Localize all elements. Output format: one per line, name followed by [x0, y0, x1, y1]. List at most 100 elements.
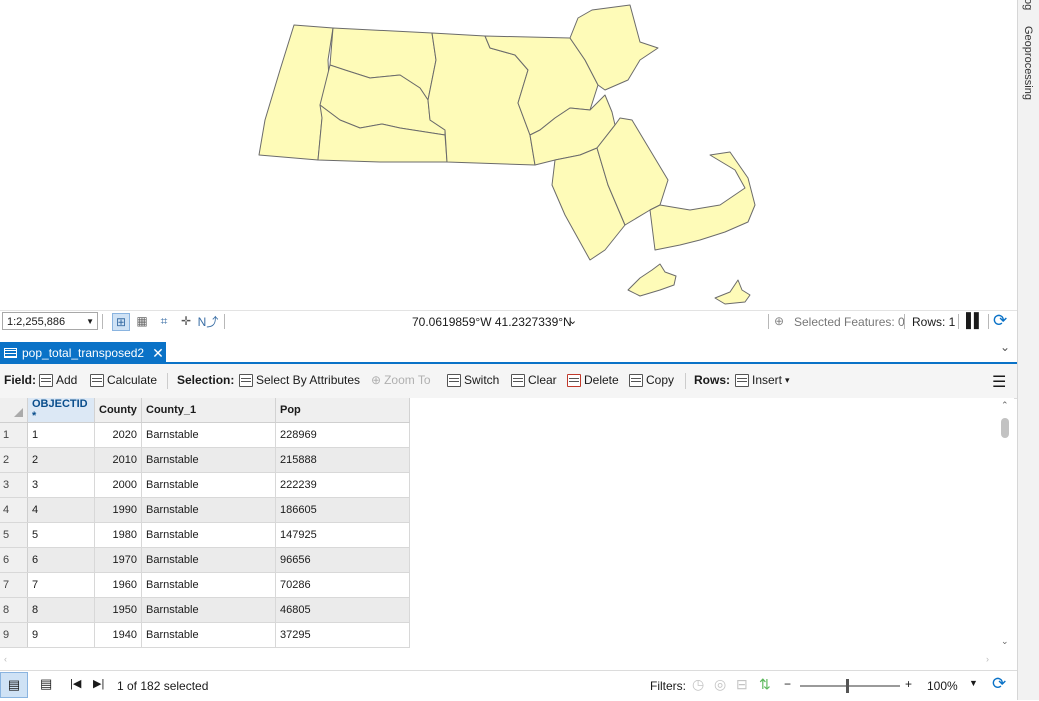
copy-selection-button[interactable]: Copy	[629, 373, 674, 387]
scroll-up-icon[interactable]: ⌃	[1001, 400, 1009, 411]
chevron-down-icon[interactable]: ⌄	[1000, 340, 1010, 354]
row-number-cell[interactable]: 4	[0, 497, 28, 523]
map-view[interactable]	[0, 0, 1017, 310]
range-filter-icon[interactable]: ◎	[714, 676, 726, 693]
table-row[interactable]: 4 4 1990 Barnstable 186605	[0, 497, 410, 523]
selected-features-count[interactable]: Selected Features: 0	[794, 315, 905, 329]
county-1-cell[interactable]: Barnstable	[141, 622, 276, 648]
zoom-slider-track[interactable]	[800, 685, 900, 687]
snapping-icon[interactable]: ✛	[178, 313, 194, 329]
refresh-icon[interactable]: ⟳	[993, 311, 1007, 331]
zoom-out-icon[interactable]: −	[784, 677, 791, 691]
scale-selector[interactable]: 1:2,255,886 ▼	[2, 312, 98, 330]
row-number-cell[interactable]: 6	[0, 547, 28, 573]
chevron-down-icon[interactable]: ⌄	[568, 314, 577, 327]
north-arrow-icon[interactable]: N⤴	[198, 313, 219, 329]
county-1-cell[interactable]: Barnstable	[141, 522, 276, 548]
table-row[interactable]: 5 5 1980 Barnstable 147925	[0, 522, 410, 548]
show-all-records-icon[interactable]: ▤	[0, 672, 28, 698]
scroll-left-icon[interactable]: ‹	[4, 654, 7, 664]
grid-icon[interactable]: ▦	[134, 313, 150, 329]
row-number-cell[interactable]: 1	[0, 422, 28, 448]
horizontal-scrollbar[interactable]: ‹ ›	[0, 652, 1000, 670]
close-icon[interactable]: ✕	[152, 345, 164, 362]
objectid-cell[interactable]: 7	[27, 572, 95, 598]
objectid-cell[interactable]: 8	[27, 597, 95, 623]
select-all-corner[interactable]	[0, 398, 28, 423]
first-record-icon[interactable]: |◀	[70, 677, 81, 690]
row-number-cell[interactable]: 3	[0, 472, 28, 498]
row-number-cell[interactable]: 8	[0, 597, 28, 623]
select-by-attributes-button[interactable]: Select By Attributes	[239, 373, 360, 387]
switch-selection-button[interactable]: Switch	[447, 373, 499, 387]
pop-cell[interactable]: 222239	[275, 472, 410, 498]
scroll-right-icon[interactable]: ›	[986, 654, 989, 664]
clear-selection-button[interactable]: Clear	[511, 373, 557, 387]
delete-selection-button[interactable]: Delete	[567, 373, 619, 387]
table-row[interactable]: 2 2 2010 Barnstable 215888	[0, 447, 410, 473]
county-cell[interactable]: 2000	[94, 472, 142, 498]
table-row[interactable]: 1 1 2020 Barnstable 228969	[0, 422, 410, 448]
tab-pop-total-transposed2[interactable]: pop_total_transposed2 ✕	[0, 342, 166, 364]
table-row[interactable]: 7 7 1960 Barnstable 70286	[0, 572, 410, 598]
row-number-cell[interactable]: 2	[0, 447, 28, 473]
zoom-to-button[interactable]: ⊕ Zoom To	[371, 373, 431, 387]
next-record-icon[interactable]: ▶|	[93, 677, 104, 690]
table-row[interactable]: 9 9 1940 Barnstable 37295	[0, 622, 410, 648]
time-filter-icon[interactable]: ◷	[692, 676, 704, 693]
objectid-cell[interactable]: 5	[27, 522, 95, 548]
grid-snap-icon[interactable]: ⊞	[112, 313, 130, 331]
scroll-down-icon[interactable]: ⌄	[1001, 636, 1009, 647]
county-cell[interactable]: 2020	[94, 422, 142, 448]
zoom-in-icon[interactable]: +	[905, 677, 912, 691]
pop-cell[interactable]: 37295	[275, 622, 410, 648]
refresh-icon[interactable]: ⟳	[992, 674, 1006, 694]
county-cell[interactable]: 1990	[94, 497, 142, 523]
objectid-cell[interactable]: 3	[27, 472, 95, 498]
sort-icon[interactable]: ⇅	[759, 676, 771, 693]
calculate-field-button[interactable]: Calculate	[90, 373, 157, 387]
constraints-icon[interactable]: ⌗	[156, 313, 172, 329]
county-cell[interactable]: 1940	[94, 622, 142, 648]
show-selected-records-icon[interactable]: ▤	[40, 676, 52, 692]
objectid-cell[interactable]: 2	[27, 447, 95, 473]
insert-row-button[interactable]: Insert ▾	[735, 373, 790, 387]
pause-icon[interactable]: ▌▌	[966, 312, 984, 328]
definition-query-icon[interactable]: ⊟	[736, 676, 748, 693]
column-header-pop[interactable]: Pop	[275, 398, 410, 423]
pop-cell[interactable]: 215888	[275, 447, 410, 473]
county-cell[interactable]: 1980	[94, 522, 142, 548]
county-cell[interactable]: 1970	[94, 547, 142, 573]
objectid-cell[interactable]: 6	[27, 547, 95, 573]
objectid-cell[interactable]: 1	[27, 422, 95, 448]
column-header-county[interactable]: County	[94, 398, 142, 423]
county-cell[interactable]: 1950	[94, 597, 142, 623]
column-header-objectid[interactable]: OBJECTID *	[27, 398, 95, 423]
row-number-cell[interactable]: 7	[0, 572, 28, 598]
table-row[interactable]: 3 3 2000 Barnstable 222239	[0, 472, 410, 498]
county-cell[interactable]: 2010	[94, 447, 142, 473]
county-1-cell[interactable]: Barnstable	[141, 572, 276, 598]
row-number-cell[interactable]: 9	[0, 622, 28, 648]
chevron-down-icon[interactable]: ▼	[969, 678, 978, 688]
table-row[interactable]: 8 8 1950 Barnstable 46805	[0, 597, 410, 623]
column-header-county-1[interactable]: County_1	[141, 398, 276, 423]
pop-cell[interactable]: 70286	[275, 572, 410, 598]
county-1-cell[interactable]: Barnstable	[141, 497, 276, 523]
county-1-cell[interactable]: Barnstable	[141, 547, 276, 573]
county-cell[interactable]: 1960	[94, 572, 142, 598]
pop-cell[interactable]: 46805	[275, 597, 410, 623]
zoom-level[interactable]: 100%	[927, 679, 958, 693]
catalog-tab-label[interactable]: og	[1022, 0, 1034, 10]
county-1-cell[interactable]: Barnstable	[141, 472, 276, 498]
pop-cell[interactable]: 186605	[275, 497, 410, 523]
scroll-thumb[interactable]	[1001, 418, 1009, 438]
pop-cell[interactable]: 96656	[275, 547, 410, 573]
table-row[interactable]: 6 6 1970 Barnstable 96656	[0, 547, 410, 573]
objectid-cell[interactable]: 4	[27, 497, 95, 523]
objectid-cell[interactable]: 9	[27, 622, 95, 648]
county-1-cell[interactable]: Barnstable	[141, 422, 276, 448]
county-1-cell[interactable]: Barnstable	[141, 447, 276, 473]
row-number-cell[interactable]: 5	[0, 522, 28, 548]
county-1-cell[interactable]: Barnstable	[141, 597, 276, 623]
